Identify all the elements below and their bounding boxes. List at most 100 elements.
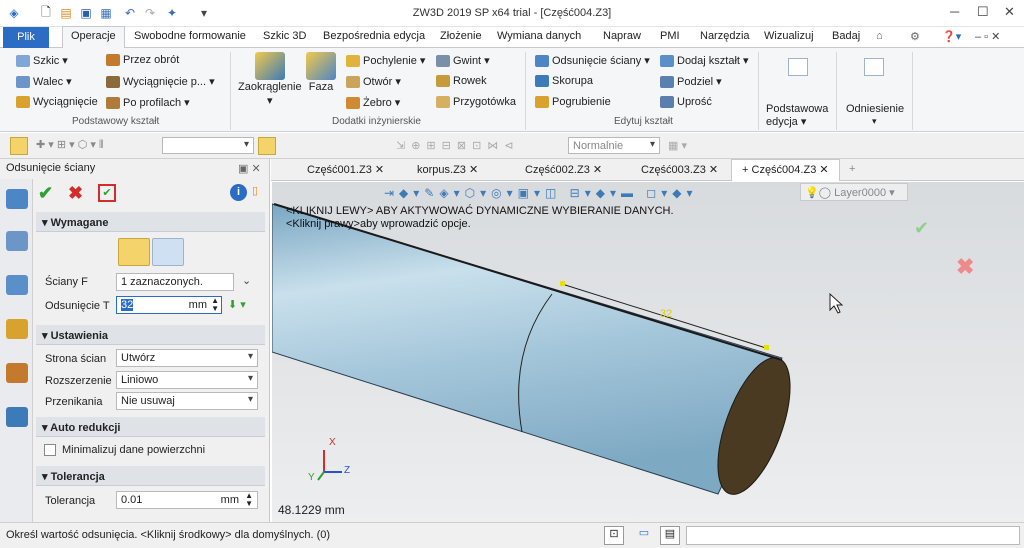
extension-select[interactable]: Liniowo — [116, 371, 258, 389]
close-tab-icon[interactable]: ✕ — [819, 164, 828, 176]
maximize-button[interactable]: ☐ — [977, 4, 989, 20]
offset-tool-icon[interactable] — [6, 189, 28, 209]
filter-icons[interactable]: ✚ ▾ ⊞ ▾ ⬡ ▾ ⫴ — [36, 138, 104, 152]
add-shape-button[interactable]: Dodaj kształt ▾ — [660, 54, 749, 67]
3d-viewport[interactable]: 32 X Z Y <KLIKNIJ LEWY> ABY AKTYWOWAĆ DY… — [272, 182, 1024, 522]
side-select[interactable]: Utwórz — [116, 349, 258, 367]
close-tab-icon[interactable]: ✕ — [709, 164, 718, 176]
doc-window-controls[interactable]: – ▫ ✕ — [975, 30, 1000, 43]
filter-dropdown[interactable] — [162, 137, 254, 154]
user-icon[interactable] — [6, 407, 28, 427]
tab-pmi[interactable]: PMI — [660, 30, 680, 42]
minimize-button[interactable]: ─ — [950, 4, 959, 19]
collapse-ribbon-icon[interactable]: ⌂ — [876, 30, 883, 42]
close-tab-icon[interactable]: ✕ — [469, 164, 478, 176]
faces-field[interactable]: 1 zaznaczonych. — [116, 273, 234, 291]
reference-button[interactable]: Odniesienie — [846, 103, 916, 115]
tab-badaj[interactable]: Badaj — [832, 30, 860, 42]
expand-icon[interactable]: ⌄ — [242, 274, 251, 287]
help-doc-icon[interactable]: ▯ — [252, 184, 258, 197]
stock-button[interactable]: Przygotówka — [436, 96, 516, 108]
base-edit-button[interactable]: Podstawowa edycja ▾ — [766, 103, 836, 129]
thread-button[interactable]: Gwint ▾ — [436, 54, 490, 67]
style-dropdown[interactable]: Normalnie — [568, 137, 660, 154]
minimize-checkbox[interactable] — [44, 444, 56, 456]
status-icon-3[interactable]: ▤ — [660, 526, 680, 545]
tab-operacje[interactable]: Operacje — [62, 26, 125, 48]
datum-icon[interactable] — [864, 58, 884, 76]
status-icon-2[interactable]: ▭ — [634, 526, 654, 545]
section-tolerance[interactable]: ▾ Tolerancja — [36, 466, 265, 486]
thicken-button[interactable]: Pogrubienie — [535, 96, 611, 108]
cylinder-button[interactable]: Walec ▾ — [16, 75, 72, 88]
assembly-icon[interactable] — [6, 231, 28, 251]
section-required[interactable]: ▾ Wymagane — [36, 212, 265, 232]
new-tab-icon[interactable]: + — [849, 163, 855, 175]
ok-icon[interactable]: ✔ — [38, 183, 58, 203]
section-auto-reduce[interactable]: ▾ Auto redukcji — [36, 417, 265, 437]
shell-button[interactable]: Skorupa — [535, 75, 593, 87]
tab-swobodne[interactable]: Swobodne formowanie — [134, 30, 246, 42]
viewport-ok-icon[interactable]: ✔ — [914, 218, 929, 239]
settings-icon[interactable]: ⚙ — [910, 30, 920, 43]
apply-icon[interactable]: ✔ — [98, 184, 116, 202]
offset-face-button[interactable]: Odsunięcie ściany ▾ — [535, 54, 650, 67]
face-mode-1-icon[interactable] — [118, 238, 150, 266]
doc-tab-3[interactable]: Część002.Z3 ✕ — [525, 163, 602, 176]
help-icon[interactable]: ❓▾ — [942, 30, 961, 43]
close-tab-icon[interactable]: ✕ — [375, 164, 384, 176]
tab-napraw[interactable]: Napraw — [603, 30, 641, 42]
cancel-icon[interactable]: ✖ — [68, 183, 88, 203]
split-button[interactable]: Podziel ▾ — [660, 75, 722, 88]
layer-select[interactable]: 💡◯ Layer0000 ▾ — [800, 183, 908, 201]
tab-wizualizuj[interactable]: Wizualizuj — [764, 30, 814, 42]
info-icon[interactable]: i — [230, 184, 247, 201]
doc-tab-4[interactable]: Część003.Z3 ✕ — [641, 163, 718, 176]
tab-wymiana[interactable]: Wymiana danych — [497, 30, 581, 42]
doc-tab-5-active[interactable]: + Część004.Z3 ✕ — [731, 159, 840, 181]
part-icon[interactable] — [6, 319, 28, 339]
image-icon[interactable] — [6, 363, 28, 383]
cylinder-body[interactable] — [272, 203, 783, 495]
command-input[interactable] — [686, 526, 1020, 545]
tab-szkic3d[interactable]: Szkic 3D — [263, 30, 306, 42]
hole-button[interactable]: Otwór ▾ — [346, 75, 401, 88]
sweep-button[interactable]: Wyciągnięcie p... ▾ — [106, 75, 215, 88]
offset-input[interactable]: 32 mm ▲ ▼ — [116, 296, 222, 314]
tab-zlozenie[interactable]: Złożenie — [440, 30, 482, 42]
dimension-value[interactable]: 32 — [660, 308, 672, 320]
tab-bezposrednia[interactable]: Bezpośrednia edycja — [323, 30, 425, 42]
dimension-point-start[interactable] — [560, 281, 565, 286]
view-toolbar[interactable]: ⇥◆▾✎◈▾⬡▾◎▾▣▾◫ ⊟▾◆▾▬ ◻▾◆▾ — [384, 186, 698, 200]
doc-tab-2[interactable]: korpus.Z3 ✕ — [417, 163, 478, 176]
close-button[interactable]: ✕ — [1004, 4, 1015, 20]
section-settings[interactable]: ▾ Ustawienia — [36, 325, 265, 345]
doc-tab-1[interactable]: Część001.Z3 ✕ — [307, 163, 384, 176]
groove-button[interactable]: Rowek — [436, 75, 487, 87]
dimension-point-end[interactable] — [764, 345, 769, 350]
rib-button[interactable]: Żebro ▾ — [346, 96, 400, 109]
grid-icon[interactable] — [788, 58, 808, 76]
viewport-cancel-icon[interactable]: ✖ — [956, 254, 974, 280]
filter-yellow-icon[interactable] — [258, 137, 276, 155]
tab-plik[interactable]: Plik — [3, 27, 49, 48]
snap-icons[interactable]: ⇲⊕⊞⊟⊠⊡⋈⊲ — [396, 139, 520, 152]
tab-narzedzia[interactable]: Narzędzia — [700, 30, 750, 42]
extrude-button[interactable]: Wyciągnięcie — [16, 96, 98, 108]
grid-toggle-icon[interactable]: ▦ ▾ — [668, 139, 687, 152]
status-icon-1[interactable]: ⊡ — [604, 526, 624, 545]
tree-icon[interactable] — [6, 275, 28, 295]
sketch-button[interactable]: Szkic ▾ — [16, 54, 68, 67]
draft-button[interactable]: Pochylenie ▾ — [346, 54, 425, 67]
measure-icon[interactable]: ⬇ ▾ — [228, 298, 246, 311]
close-tab-icon[interactable]: ✕ — [593, 164, 602, 176]
tolerance-input[interactable]: 0.01 mm ▲ ▼ — [116, 491, 258, 509]
pick-icon[interactable] — [10, 137, 28, 155]
face-mode-2-icon[interactable] — [152, 238, 184, 266]
loft-button[interactable]: Po profilach ▾ — [106, 96, 190, 109]
revolve-button[interactable]: Przez obrót — [106, 54, 179, 66]
simplify-button[interactable]: Uprość — [660, 96, 712, 108]
intersect-select[interactable]: Nie usuwaj — [116, 392, 258, 410]
fillet-button[interactable]: Zaokrąglenie ▾ — [238, 52, 302, 107]
chamfer-button[interactable]: Faza — [306, 52, 336, 93]
